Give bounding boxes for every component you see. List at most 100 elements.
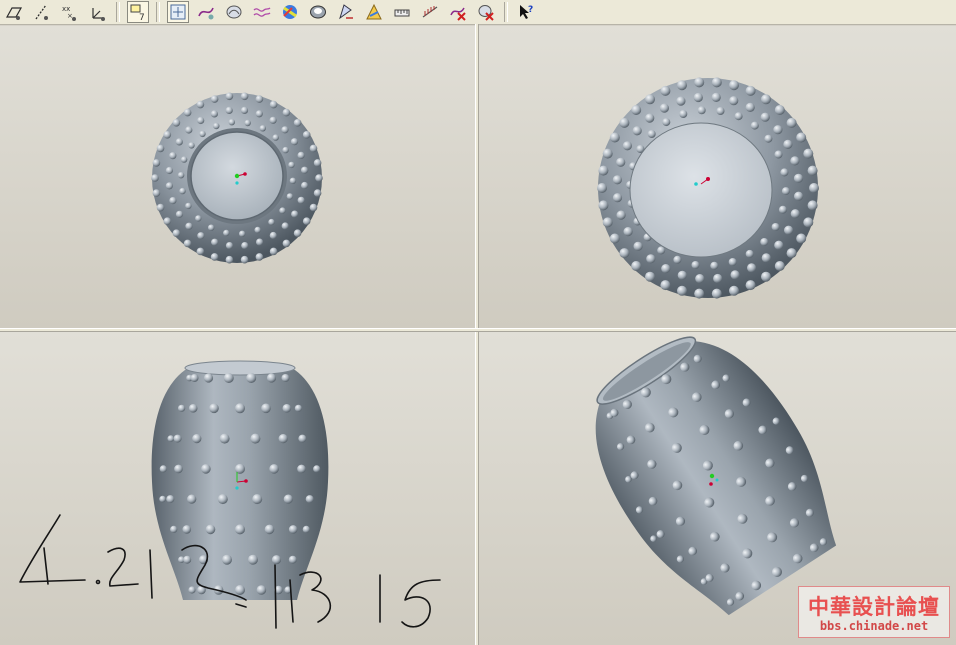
surface-bump (269, 231, 277, 240)
surface-bump (673, 255, 682, 264)
shading-analysis-button[interactable] (307, 1, 329, 23)
surface-bump (659, 103, 669, 113)
surface-bump (695, 274, 705, 284)
surface-bump (165, 166, 173, 175)
surface-bump (288, 161, 295, 169)
surface-bump (255, 110, 263, 118)
surface-bump (179, 187, 186, 195)
delete-curve-button[interactable] (447, 1, 469, 23)
surface-bump (175, 138, 183, 146)
sketch-curve-button[interactable] (251, 1, 273, 23)
surface-bump (282, 239, 291, 248)
surface-bump (188, 586, 196, 594)
surface-bump (197, 116, 205, 125)
surface-bump (268, 218, 275, 226)
annotation-display-button[interactable]: 7 (127, 1, 149, 23)
surface-bump (662, 118, 671, 127)
reflection-analysis-icon (366, 3, 382, 20)
surface-bump (178, 404, 186, 412)
surface-bump (203, 373, 214, 383)
surface-bump (301, 166, 309, 174)
surface-bump (598, 200, 609, 211)
toolbar-separator (116, 2, 120, 22)
surface-bump (302, 131, 311, 139)
surface-bump (729, 285, 739, 296)
vase-base (629, 122, 773, 258)
surface-bump (803, 217, 814, 228)
surface-bump (730, 270, 740, 280)
surface-bump (278, 434, 288, 444)
surface-bump (173, 434, 182, 443)
vase-rim (184, 360, 296, 376)
curvature-analysis-button[interactable] (279, 1, 301, 23)
surface-bump (794, 191, 804, 201)
surface-bump (619, 117, 630, 128)
surface-bump (244, 119, 251, 127)
draft-analysis-button[interactable] (335, 1, 357, 23)
surface-bump (192, 434, 202, 444)
section-analysis-button[interactable] (419, 1, 441, 23)
context-help-button[interactable]: ? (515, 1, 537, 23)
viewport-splitter-horizontal[interactable] (0, 328, 956, 332)
surface-bump (279, 207, 286, 214)
surface-bump (269, 100, 278, 109)
surface-bump (254, 226, 261, 234)
surface-bump (728, 258, 737, 266)
surface-bump (235, 403, 245, 414)
surface-bump (252, 494, 263, 505)
surface-bump (616, 157, 626, 167)
surface-bump (711, 77, 722, 88)
surface-bump (623, 227, 633, 237)
viewport-bottom-view[interactable] (479, 26, 956, 328)
delete-analysis-icon (478, 5, 494, 21)
surface-bump (745, 249, 754, 258)
surface-bump (774, 105, 785, 115)
surface-bump (261, 403, 271, 414)
viewport-top-view[interactable] (0, 26, 475, 328)
surface-bump (293, 119, 302, 127)
toolbar: xx × 7? (0, 0, 956, 25)
measure-button[interactable] (391, 1, 413, 23)
surface-bump (190, 374, 199, 382)
surface-bump (240, 255, 249, 264)
surface-bump (172, 229, 181, 237)
surface-bump (235, 585, 245, 595)
datum-point-display-button[interactable]: xx × (59, 1, 81, 23)
surface-bump (246, 373, 257, 383)
surface-bump (781, 187, 790, 196)
surface-bump (774, 240, 784, 250)
spin-center-button[interactable] (167, 1, 189, 23)
style-surface-button[interactable] (195, 1, 217, 23)
surface-bump (693, 92, 703, 103)
reflection-analysis-button[interactable] (363, 1, 385, 23)
surface-bump (713, 273, 723, 284)
surface-bump (225, 92, 234, 101)
svg-text:7: 7 (139, 13, 145, 22)
surface-bump (809, 183, 819, 193)
surface-bump (734, 112, 743, 121)
viewport-front-view[interactable] (0, 332, 475, 645)
section-analysis-icon (422, 6, 438, 18)
surface-bump (622, 141, 632, 151)
datum-axis-display-button[interactable] (31, 1, 53, 23)
surface-bump (152, 189, 161, 197)
boundary-blend-button[interactable] (223, 1, 245, 23)
surface-bump (248, 554, 258, 565)
surface-bump (597, 183, 607, 193)
surface-bump (282, 108, 291, 117)
delete-analysis-button[interactable] (475, 1, 497, 23)
surface-bump (745, 102, 755, 112)
surface-bump (694, 77, 705, 88)
coordinate-system-display-button[interactable] (87, 1, 109, 23)
surface-bump (660, 280, 671, 291)
surface-bump (172, 119, 181, 127)
vase-bottom-view (597, 77, 819, 299)
viewport-splitter-vertical[interactable] (475, 24, 479, 645)
surface-bump (197, 585, 206, 595)
surface-bump (796, 233, 807, 244)
surface-bump (631, 261, 642, 271)
datum-plane-display-button[interactable] (3, 1, 25, 23)
surface-bump (174, 464, 183, 474)
surface-bump (297, 151, 305, 159)
surface-bump (774, 150, 783, 159)
